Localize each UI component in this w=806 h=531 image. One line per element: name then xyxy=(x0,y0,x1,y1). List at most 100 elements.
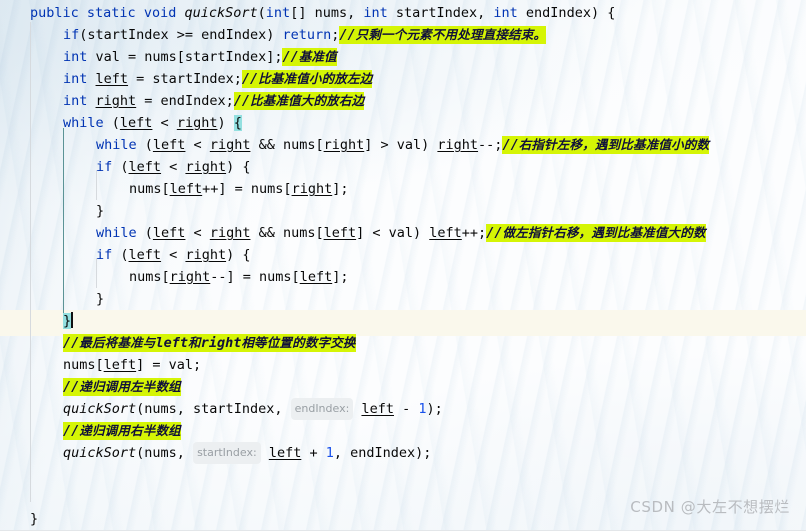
identifier-token: } xyxy=(96,203,105,219)
comment-cjk: 递归调用左半数组 xyxy=(79,379,181,394)
code-line[interactable]: if (left < right) { xyxy=(0,156,806,178)
identifier-token: nums[ xyxy=(63,357,104,373)
highlighted-comment: //只剩一个元素不用处理直接结束。 xyxy=(339,26,547,44)
code-line[interactable]: quickSort(nums, startIndex: left + 1, en… xyxy=(0,442,806,464)
identifier-token: } xyxy=(96,291,105,307)
identifier-token: endIndex) { xyxy=(517,5,616,21)
field-token: left xyxy=(119,115,153,131)
keyword-token: while xyxy=(63,115,104,131)
code-line[interactable]: } xyxy=(0,508,806,530)
identifier-token: ( xyxy=(112,159,129,175)
field-token: left xyxy=(361,401,394,417)
method-token: quickSort xyxy=(63,445,137,461)
field-token: left xyxy=(268,445,302,461)
code-line[interactable]: int right = endIndex;//比基准值大的放右边 xyxy=(0,90,806,112)
identifier-token: < xyxy=(185,137,210,153)
comment-cjk: 做左指针右移，遇到比基准值大的数 xyxy=(502,225,706,240)
identifier-token: val = nums[startIndex]; xyxy=(87,49,283,65)
method-token: quickSort xyxy=(63,401,137,417)
identifier-token: } xyxy=(30,511,39,527)
identifier-token: < xyxy=(185,225,210,241)
field-token: left xyxy=(103,357,137,373)
identifier-token: - xyxy=(393,401,419,417)
code-line[interactable]: while (left < right) { xyxy=(0,112,806,134)
text-caret xyxy=(71,312,73,328)
field-token: left xyxy=(128,159,162,175)
identifier-token: startIndex, xyxy=(387,5,494,21)
highlighted-comment: //最后将基准与left和right相等位置的数字交换 xyxy=(63,334,356,352)
identifier-token: && nums[ xyxy=(250,225,324,241)
code-line[interactable]: } xyxy=(0,288,806,310)
comment-ascii: right xyxy=(200,335,242,351)
identifier-token: ( xyxy=(136,225,153,241)
code-line[interactable]: } xyxy=(0,310,806,332)
keyword-token: int xyxy=(493,5,518,21)
code-editor-screenshot: public static void quickSort(int[] nums,… xyxy=(0,0,806,531)
identifier-token xyxy=(87,93,95,109)
comment-ascii: // xyxy=(233,93,250,109)
comment-ascii: // xyxy=(502,137,519,153)
identifier-token: ) xyxy=(217,115,234,131)
highlighted-comment: //基准值 xyxy=(282,48,337,66)
comment-cjk: 相等位置的数字交换 xyxy=(241,335,356,350)
identifier-token: nums[ xyxy=(129,269,170,285)
field-token: left xyxy=(128,247,162,263)
code-line[interactable]: //递归调用右半数组 xyxy=(0,420,806,442)
identifier-token xyxy=(87,71,95,87)
identifier-token xyxy=(176,5,184,21)
number-token: 1 xyxy=(418,401,427,417)
identifier-token: + xyxy=(301,445,326,461)
identifier-token: < xyxy=(152,115,177,131)
comment-cjk: 比基准值小的放左边 xyxy=(258,71,373,86)
identifier-token: ] = val; xyxy=(136,357,202,373)
identifier-token: ); xyxy=(426,401,443,417)
code-area[interactable]: public static void quickSort(int[] nums,… xyxy=(0,0,806,531)
keyword-token: int xyxy=(63,71,88,87)
keyword-token: return xyxy=(282,27,332,43)
code-line[interactable]: int val = nums[startIndex];//基准值 xyxy=(0,46,806,68)
identifier-token: ) { xyxy=(226,247,251,263)
code-line[interactable]: nums[left] = val; xyxy=(0,354,806,376)
comment-ascii: // xyxy=(63,335,80,351)
keyword-token: public xyxy=(30,5,79,21)
identifier-token: , endIndex); xyxy=(333,445,432,461)
code-line[interactable]: //最后将基准与left和right相等位置的数字交换 xyxy=(0,332,806,354)
identifier-token: ( xyxy=(103,115,120,131)
number-token: 1 xyxy=(325,445,334,461)
identifier-token: ( xyxy=(136,137,153,153)
keyword-token: if xyxy=(96,247,113,263)
identifier-token: (startIndex >= endIndex) xyxy=(79,27,283,43)
comment-cjk: 最后将基准与 xyxy=(79,335,156,350)
code-line[interactable]: //递归调用左半数组 xyxy=(0,376,806,398)
identifier-token: (nums, xyxy=(136,445,194,461)
highlighted-comment: //递归调用右半数组 xyxy=(63,422,181,440)
identifier-token: --; xyxy=(478,137,503,153)
code-line[interactable]: quickSort(nums, startIndex, endIndex: le… xyxy=(0,398,806,420)
code-line[interactable]: nums[right--] = nums[left]; xyxy=(0,266,806,288)
identifier-token: ( xyxy=(257,5,266,21)
code-line[interactable]: if(startIndex >= endIndex) return;//只剩一个… xyxy=(0,24,806,46)
comment-cjk: 和 xyxy=(187,335,201,350)
code-line[interactable]: public static void quickSort(int[] nums,… xyxy=(0,2,806,24)
code-line[interactable]: if (left < right) { xyxy=(0,244,806,266)
matched-brace: { xyxy=(233,115,242,131)
comment-cjk: 比基准值大的放右边 xyxy=(249,93,365,108)
field-token: right xyxy=(169,269,211,285)
code-line[interactable]: while (left < right && nums[left] < val)… xyxy=(0,222,806,244)
comment-ascii: // xyxy=(339,27,356,43)
code-line[interactable]: int left = startIndex;//比基准值小的放左边 xyxy=(0,68,806,90)
field-token: right xyxy=(185,247,227,263)
field-token: left xyxy=(152,225,186,241)
code-line[interactable]: } xyxy=(0,200,806,222)
keyword-token: int xyxy=(63,93,88,109)
keyword-token: static xyxy=(86,5,136,21)
comment-cjk: 基准值 xyxy=(298,49,337,64)
identifier-token xyxy=(261,445,269,461)
code-line[interactable]: while (left < right && nums[right] > val… xyxy=(0,134,806,156)
field-token: right xyxy=(176,115,218,131)
comment-ascii: left xyxy=(155,335,188,351)
comment-cjk: 只剩一个元素不用处理直接结束。 xyxy=(355,27,547,42)
identifier-token: ] > val) xyxy=(364,137,438,153)
code-line[interactable]: nums[left++] = nums[right]; xyxy=(0,178,806,200)
method-token: quickSort xyxy=(184,5,258,21)
